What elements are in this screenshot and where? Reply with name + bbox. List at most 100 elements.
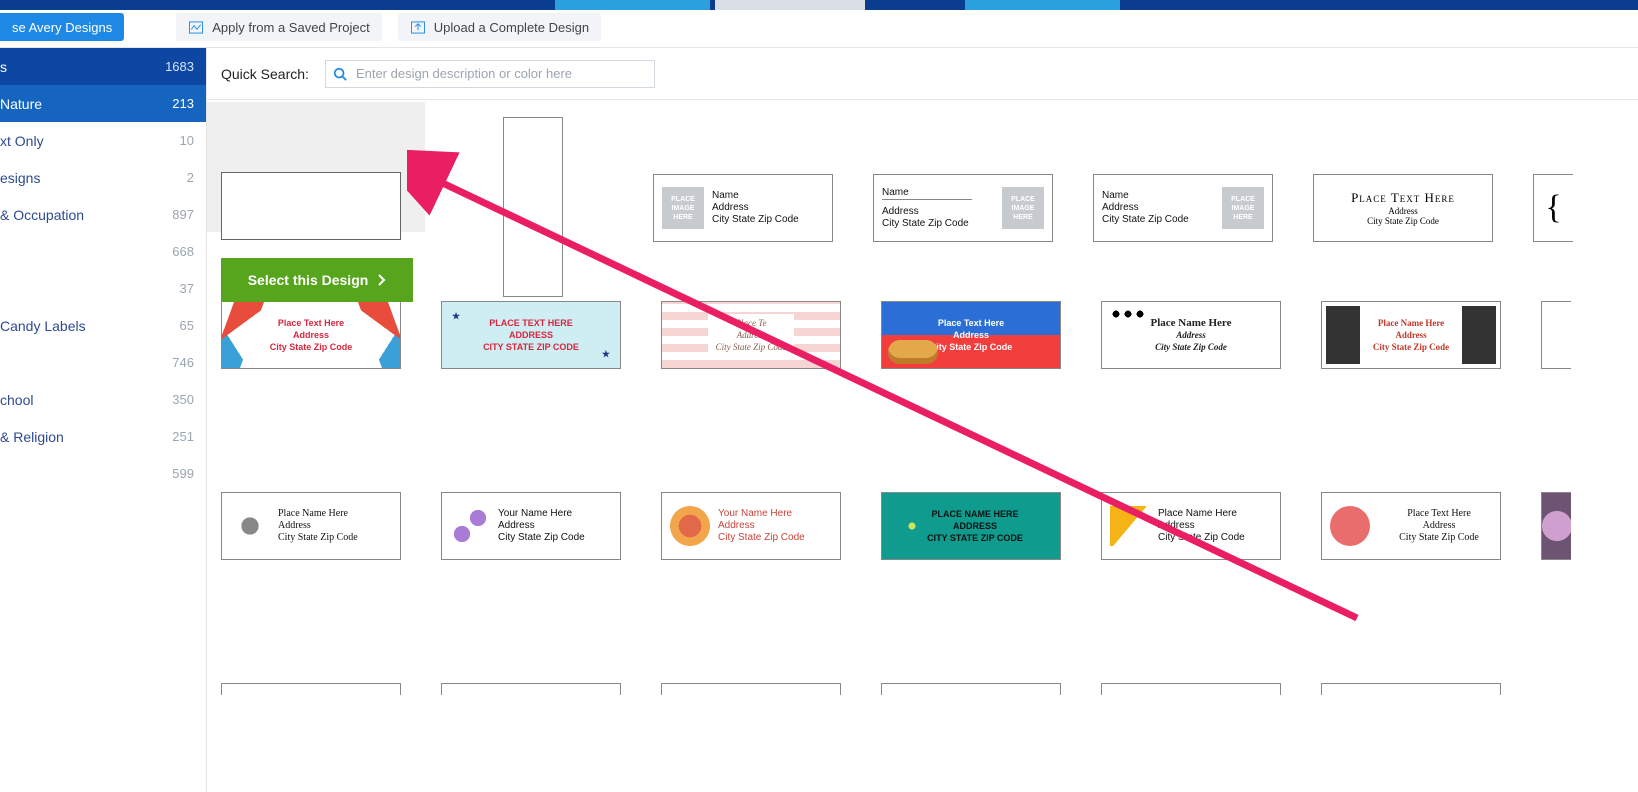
template-row3-6[interactable]: Place Text Here Address City State Zip C…	[1321, 492, 1501, 560]
search-label: Quick Search:	[221, 66, 309, 82]
t3: City State Zip Code	[1399, 532, 1479, 544]
csz-text: City State Zip Code	[882, 218, 972, 230]
upload-design-button[interactable]: Upload a Complete Design	[398, 13, 601, 41]
t1: Place Name Here	[1158, 508, 1245, 520]
sidebar-item-11[interactable]: 599	[0, 455, 206, 492]
placeholder-image: PLACE IMAGE HERE	[1002, 187, 1044, 229]
t1: Your Name Here	[718, 508, 805, 520]
template-row2-2[interactable]: PLACE TEXT HERE ADDRESS CITY STATE ZIP C…	[441, 301, 621, 369]
sidebar-item-label: & Occupation	[0, 207, 84, 223]
t3: City State Zip Code	[498, 532, 585, 544]
sidebar-item-1[interactable]: Nature213	[0, 85, 206, 122]
sidebar-item-8[interactable]: 746	[0, 344, 206, 381]
template-row4-6[interactable]	[1321, 683, 1501, 695]
placeholder-image: PLACE IMAGE HERE	[662, 187, 704, 229]
t2: ADDRESS	[509, 329, 553, 341]
template-row3-4[interactable]: PLACE NAME HERE ADDRESS CITY STATE ZIP C…	[881, 492, 1061, 560]
address-text: Address	[712, 202, 799, 214]
t2: Address	[278, 520, 358, 532]
sidebar-item-5[interactable]: 668	[0, 233, 206, 270]
decorative-icon	[1330, 506, 1370, 546]
template-address-left-image[interactable]: PLACE IMAGE HERE Name Address City State…	[653, 174, 833, 242]
sidebar-item-label: & Religion	[0, 429, 64, 445]
sidebar-item-label: xt Only	[0, 133, 44, 149]
template-row2-4[interactable]: Place Text Here Address City State Zip C…	[881, 301, 1061, 369]
top-tab-segment	[555, 0, 710, 10]
t3: City State Zip Code	[278, 532, 358, 544]
search-input[interactable]	[325, 60, 655, 88]
sidebar-item-count: 10	[180, 133, 194, 148]
t2: Address	[293, 329, 329, 341]
sidebar-item-9[interactable]: chool350	[0, 381, 206, 418]
template-row4-1[interactable]	[221, 683, 401, 695]
selected-template-wrap: Select this Design	[221, 112, 413, 302]
browse-designs-button[interactable]: se Avery Designs	[0, 13, 124, 41]
t1: PLACE TEXT HERE	[489, 317, 573, 329]
content-area: Quick Search: Select this Design	[207, 48, 1638, 792]
template-blank-tall[interactable]	[503, 117, 563, 297]
template-blank-selected[interactable]	[221, 172, 401, 240]
t1: Place Name Here	[1150, 317, 1231, 329]
sidebar-item-count: 897	[172, 207, 194, 222]
sidebar-item-count: 1683	[165, 59, 194, 74]
template-row3-5[interactable]: Place Name Here Address City State Zip C…	[1101, 492, 1281, 560]
t1: Place Text Here	[278, 317, 344, 329]
template-row3-2[interactable]: Your Name Here Address City State Zip Co…	[441, 492, 621, 560]
t2: Address	[953, 329, 989, 341]
template-row2-7[interactable]	[1541, 301, 1571, 369]
template-row4-4[interactable]	[881, 683, 1061, 695]
template-row2-3[interactable]: Place Te Address City State Zip Code	[661, 301, 841, 369]
template-row4-3[interactable]	[661, 683, 841, 695]
template-row3-7[interactable]	[1541, 492, 1571, 560]
name-text: Name	[712, 190, 799, 202]
upload-label: Upload a Complete Design	[434, 20, 589, 35]
select-this-design-button[interactable]: Select this Design	[221, 258, 413, 302]
t2: Address	[498, 520, 585, 532]
template-row2-5[interactable]: Place Name Here Address City State Zip C…	[1101, 301, 1281, 369]
template-row2-6[interactable]: Place Name Here Address City State Zip C…	[1321, 301, 1501, 369]
sidebar-item-label: Candy Labels	[0, 318, 86, 334]
t1: Place Name Here	[278, 508, 358, 520]
t1: Place Text Here	[938, 317, 1004, 329]
sidebar-item-2[interactable]: xt Only 10	[0, 122, 206, 159]
template-row3-1[interactable]: Place Name Here Address City State Zip C…	[221, 492, 401, 560]
template-text-frame[interactable]: Place Text Here Address City State Zip C…	[1313, 174, 1493, 242]
sidebar-item-0[interactable]: s1683	[0, 48, 206, 85]
template-bracket[interactable]: {	[1533, 174, 1573, 242]
name-text: Name	[882, 187, 972, 200]
sidebar-item-7[interactable]: Candy Labels65	[0, 307, 206, 344]
apply-saved-button[interactable]: Apply from a Saved Project	[176, 13, 382, 41]
t2: Address	[718, 520, 805, 532]
search-bar: Quick Search:	[207, 48, 1638, 100]
name-text: Name	[1102, 190, 1189, 202]
t3: City State Zip Code	[270, 341, 353, 353]
template-row3-3[interactable]: Your Name Here Address City State Zip Co…	[661, 492, 841, 560]
template-row4-5[interactable]	[1101, 683, 1281, 695]
sidebar-item-3[interactable]: esigns2	[0, 159, 206, 196]
sidebar-item-10[interactable]: & Religion251	[0, 418, 206, 455]
t2: Address	[1423, 520, 1456, 532]
csz-text: City State Zip Code	[1102, 214, 1189, 226]
template-address-right-image-2[interactable]: Name Address City State Zip Code PLACE I…	[1093, 174, 1273, 242]
template-row4-2[interactable]	[441, 683, 621, 695]
sidebar-item-6[interactable]: 37	[0, 270, 206, 307]
frame-title: Place Text Here	[1351, 190, 1455, 206]
decorative-icon	[670, 506, 710, 546]
t2: Address	[1395, 329, 1426, 341]
template-address-right-image[interactable]: Name Address City State Zip Code PLACE I…	[873, 174, 1053, 242]
placeholder-image: PLACE IMAGE HERE	[1222, 187, 1264, 229]
decorative-icon	[1110, 506, 1150, 546]
frame-csz: City State Zip Code	[1367, 216, 1439, 226]
template-row2-1[interactable]: Place Text Here Address City State Zip C…	[221, 301, 401, 369]
t3: CITY STATE ZIP CODE	[483, 341, 579, 353]
t1: Place Name Here	[1378, 317, 1444, 329]
sidebar-item-label: chool	[0, 392, 33, 408]
decorative-icon	[230, 506, 270, 546]
sidebar-item-count: 2	[187, 170, 194, 185]
action-bar: se Avery Designs Apply from a Saved Proj…	[0, 10, 1638, 48]
t3: CITY STATE ZIP CODE	[927, 532, 1023, 544]
sidebar-item-4[interactable]: & Occupation 897	[0, 196, 206, 233]
t1: PLACE NAME HERE	[931, 508, 1018, 520]
t2: Address	[1176, 329, 1206, 341]
sidebar-item-count: 37	[180, 281, 194, 296]
